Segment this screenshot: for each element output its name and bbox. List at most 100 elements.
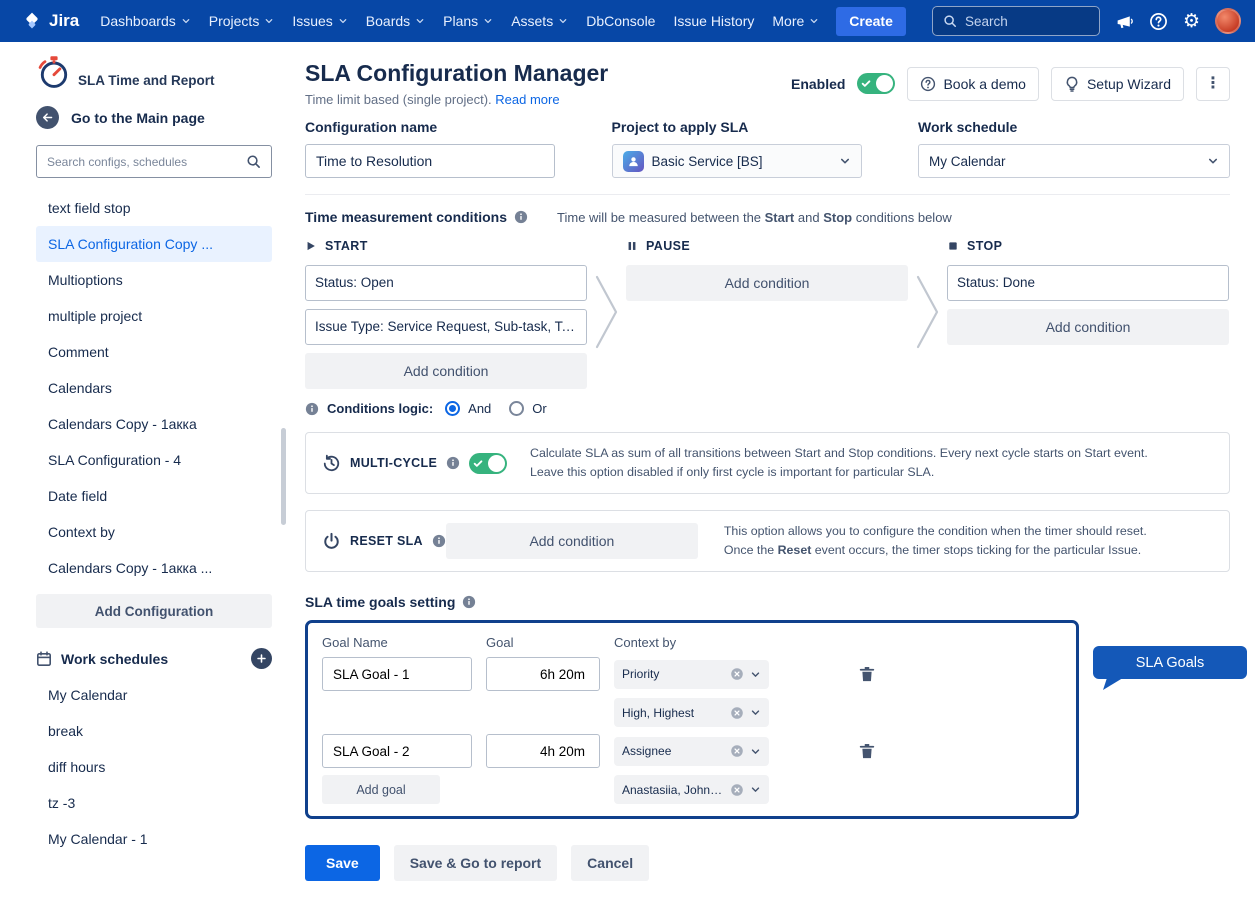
schedule-item[interactable]: tz -3	[36, 785, 272, 821]
nav-more[interactable]: More	[763, 6, 828, 36]
nav-boards[interactable]: Boards	[357, 6, 434, 36]
nav-assets[interactable]: Assets	[502, 6, 577, 36]
config-item[interactable]: Comment	[36, 334, 272, 370]
chevron-down-icon	[264, 16, 274, 26]
context-field-select[interactable]: Assignee	[614, 737, 769, 766]
goal-name-input[interactable]	[322, 657, 472, 691]
app-name: SLA Time and Report	[78, 73, 215, 90]
logic-or-radio[interactable]	[509, 401, 524, 416]
user-avatar[interactable]	[1215, 8, 1241, 34]
goal-value-input[interactable]	[486, 657, 600, 691]
back-to-main-link[interactable]: Go to the Main page	[36, 106, 272, 129]
schedule-item[interactable]: diff hours	[36, 749, 272, 785]
history-icon	[322, 454, 341, 473]
schedule-item[interactable]: My Calendar	[36, 677, 272, 713]
info-icon[interactable]	[446, 456, 460, 470]
clear-icon[interactable]	[730, 667, 744, 681]
clear-icon[interactable]	[730, 744, 744, 758]
config-item[interactable]: Calendars Copy - 1акка ...	[36, 550, 272, 586]
add-configuration-button[interactable]: Add Configuration	[36, 594, 272, 628]
info-icon[interactable]	[514, 210, 528, 224]
config-item[interactable]: SLA Configuration - 4	[36, 442, 272, 478]
sidebar-scrollbar[interactable]	[281, 428, 286, 525]
work-schedules-header: Work schedules	[36, 648, 272, 669]
info-icon[interactable]	[305, 402, 319, 416]
goal-name-input[interactable]	[322, 734, 472, 768]
cancel-button[interactable]: Cancel	[571, 845, 649, 881]
save-button[interactable]: Save	[305, 845, 380, 881]
project-select[interactable]: Basic Service [BS]	[612, 144, 862, 178]
reset-sla-description: This option allows you to configure the …	[724, 522, 1147, 559]
logic-and-radio[interactable]	[445, 401, 460, 416]
config-item[interactable]: text field stop	[36, 190, 272, 226]
goal-name-header: Goal Name	[322, 635, 472, 650]
config-item[interactable]: Multioptions	[36, 262, 272, 298]
help-icon[interactable]	[1149, 12, 1168, 31]
global-search-input[interactable]	[965, 14, 1089, 29]
chevron-down-icon	[483, 16, 493, 26]
delete-goal-button[interactable]	[853, 742, 881, 760]
info-icon[interactable]	[432, 534, 446, 548]
stop-conditions-column: STOP Status: Done Add condition	[947, 239, 1229, 389]
config-item[interactable]: Calendars Copy - 1акка	[36, 406, 272, 442]
nav-dashboards[interactable]: Dashboards	[91, 6, 200, 36]
config-item-selected[interactable]: SLA Configuration Copy ...	[36, 226, 272, 262]
context-values-select[interactable]: High, Highest	[614, 698, 769, 727]
form-actions: Save Save & Go to report Cancel	[305, 845, 1230, 881]
stop-add-condition-button[interactable]: Add condition	[947, 309, 1229, 345]
start-condition-chip[interactable]: Status: Open	[305, 265, 587, 301]
clear-icon[interactable]	[730, 783, 744, 797]
configuration-name-input[interactable]	[305, 144, 555, 178]
enabled-toggle[interactable]	[857, 73, 895, 94]
schedule-item[interactable]: break	[36, 713, 272, 749]
config-item[interactable]: Date field	[36, 478, 272, 514]
context-values-select[interactable]: Anastasiia, John Smit...	[614, 775, 769, 804]
schedule-item[interactable]: My Calendar - 1	[36, 821, 272, 857]
add-schedule-button[interactable]	[251, 648, 272, 669]
chevron-down-icon	[839, 155, 851, 167]
jira-logo[interactable]: Jira	[14, 11, 87, 31]
nav-issues[interactable]: Issues	[283, 6, 356, 36]
stop-condition-chip[interactable]: Status: Done	[947, 265, 1229, 301]
config-item[interactable]: multiple project	[36, 298, 272, 334]
search-icon	[943, 14, 957, 28]
work-schedule-select[interactable]: My Calendar	[918, 144, 1230, 178]
search-icon	[246, 154, 261, 169]
trash-icon	[858, 665, 876, 683]
jira-top-nav: Jira Dashboards Projects Issues Boards P…	[0, 0, 1255, 42]
time-conditions-hint: Time will be measured between the Start …	[557, 210, 952, 225]
nav-dbconsole[interactable]: DbConsole	[577, 6, 664, 36]
more-actions-menu-button[interactable]: ⋮	[1196, 67, 1230, 101]
multi-cycle-label: MULTI-CYCLE	[350, 456, 437, 470]
delete-goal-button[interactable]	[853, 665, 881, 683]
multi-cycle-toggle[interactable]	[469, 453, 507, 474]
create-button[interactable]: Create	[836, 7, 906, 36]
save-go-to-report-button[interactable]: Save & Go to report	[394, 845, 557, 881]
pause-add-condition-button[interactable]: Add condition	[626, 265, 908, 301]
conditions-grid: START Status: Open Issue Type: Service R…	[305, 239, 1230, 389]
info-icon[interactable]	[462, 595, 476, 609]
chevron-down-icon	[181, 16, 191, 26]
announcements-icon[interactable]	[1115, 12, 1134, 31]
chevron-down-icon	[415, 16, 425, 26]
read-more-link[interactable]: Read more	[495, 92, 559, 107]
plus-icon	[256, 653, 267, 664]
nav-projects[interactable]: Projects	[200, 6, 284, 36]
config-item[interactable]: Context by	[36, 514, 272, 550]
page-subtitle: Time limit based (single project). Read …	[305, 92, 781, 107]
start-condition-chip[interactable]: Issue Type: Service Request, Sub-task, T…	[305, 309, 587, 345]
nav-issue-history[interactable]: Issue History	[664, 6, 763, 36]
nav-plans[interactable]: Plans	[434, 6, 502, 36]
start-add-condition-button[interactable]: Add condition	[305, 353, 587, 389]
context-field-select[interactable]: Priority	[614, 660, 769, 689]
goal-value-input[interactable]	[486, 734, 600, 768]
sidebar-search-input[interactable]	[47, 155, 238, 169]
settings-gear-icon[interactable]: ⚙	[1183, 12, 1200, 31]
reset-add-condition-button[interactable]: Add condition	[446, 523, 698, 559]
book-demo-button[interactable]: Book a demo	[907, 67, 1039, 101]
clear-icon[interactable]	[730, 706, 744, 720]
config-item[interactable]: Calendars	[36, 370, 272, 406]
setup-wizard-button[interactable]: Setup Wizard	[1051, 67, 1184, 101]
reset-sla-label: RESET SLA	[350, 534, 423, 548]
add-goal-button[interactable]: Add goal	[322, 775, 440, 804]
